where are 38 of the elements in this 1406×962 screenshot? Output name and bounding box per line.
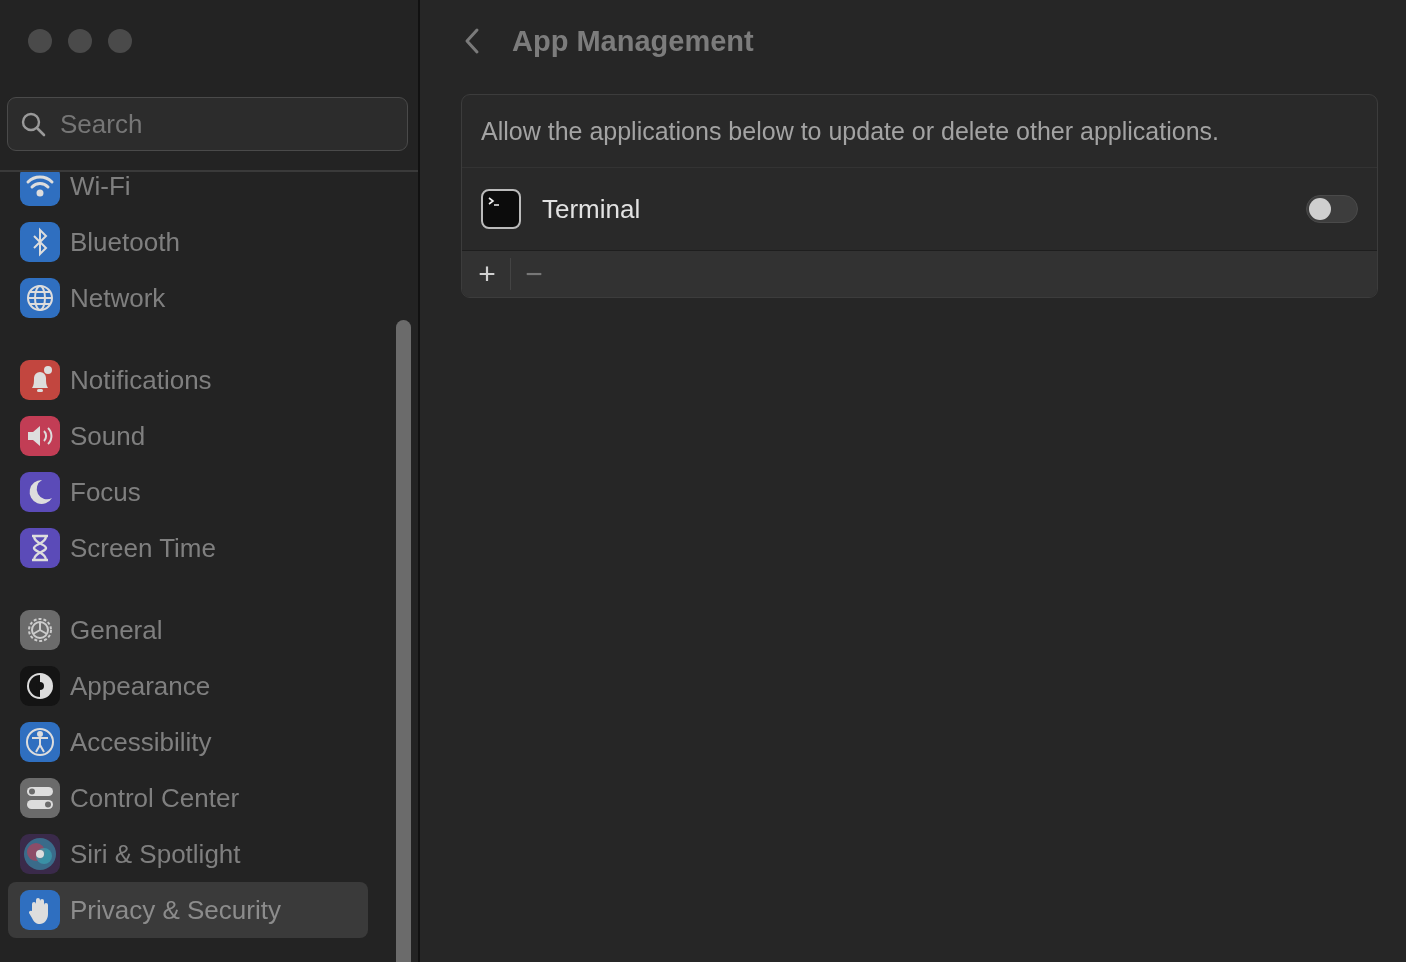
sound-icon xyxy=(20,416,60,456)
sidebar-item[interactable]: Screen Time xyxy=(8,520,368,576)
notifications-icon xyxy=(20,360,60,400)
search-field[interactable]: Search xyxy=(7,97,408,151)
network-icon xyxy=(20,278,60,318)
sidebar-item[interactable]: Wi-Fi xyxy=(8,172,368,214)
minimize-window-button[interactable] xyxy=(68,29,92,53)
sidebar-item[interactable]: Network xyxy=(8,270,368,326)
sidebar-item[interactable]: Bluetooth xyxy=(8,214,368,270)
page-title: App Management xyxy=(512,24,754,58)
remove-button[interactable]: − xyxy=(517,254,551,294)
screentime-icon xyxy=(20,528,60,568)
appearance-icon xyxy=(20,666,60,706)
bluetooth-icon xyxy=(20,222,60,262)
sidebar-item[interactable]: Privacy & Security xyxy=(8,882,368,938)
terminal-icon xyxy=(481,189,521,229)
sidebar-item[interactable]: Notifications xyxy=(8,352,368,408)
sidebar-item[interactable]: Siri & Spotlight xyxy=(8,826,368,882)
add-button[interactable]: + xyxy=(470,254,504,294)
sidebar-item[interactable]: Accessibility xyxy=(8,714,368,770)
general-icon xyxy=(20,610,60,650)
focus-icon xyxy=(20,472,60,512)
siri-icon xyxy=(20,834,60,874)
sidebar-item[interactable]: Sound xyxy=(8,408,368,464)
scrollbar[interactable] xyxy=(396,320,411,962)
sidebar-item[interactable]: General xyxy=(8,602,368,658)
description-text: Allow the applications below to update or delete other applications. xyxy=(481,116,1219,146)
toggle-switch[interactable] xyxy=(1306,195,1358,223)
wifi-icon xyxy=(20,172,60,206)
sidebar-item[interactable]: Appearance xyxy=(8,658,368,714)
app-name: Terminal xyxy=(542,193,642,225)
sidebar-item[interactable]: Focus xyxy=(8,464,368,520)
zoom-window-button[interactable] xyxy=(108,29,132,53)
accessibility-icon xyxy=(20,722,60,762)
sidebar-item[interactable]: Control Center xyxy=(8,770,368,826)
controlcenter-icon xyxy=(20,778,60,818)
close-window-button[interactable] xyxy=(28,29,52,53)
privacy-icon xyxy=(20,890,60,930)
